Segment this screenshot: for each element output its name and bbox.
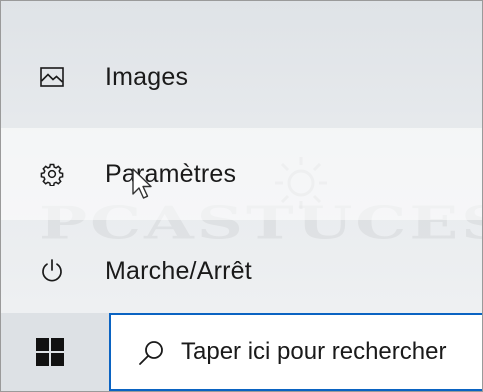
search-input[interactable] <box>181 331 482 373</box>
start-menu: PCASTUCES Images Paramètres Marche/Arrêt <box>1 1 482 313</box>
menu-item-power[interactable]: Marche/Arrêt <box>1 225 482 317</box>
windows-logo-icon[interactable] <box>35 337 65 367</box>
picture-icon <box>37 62 67 92</box>
menu-item-label: Paramètres <box>105 159 237 188</box>
search-icon <box>139 341 163 365</box>
menu-item-label: Marche/Arrêt <box>105 256 252 285</box>
menu-item-label: Images <box>105 62 189 91</box>
menu-item-settings[interactable]: Paramètres <box>1 128 482 220</box>
screenshot-frame: PCASTUCES Images Paramètres Marche/Arrêt… <box>0 0 483 392</box>
taskbar-search-box[interactable] <box>109 313 482 391</box>
power-icon <box>37 256 67 286</box>
menu-item-images[interactable]: Images <box>1 31 482 123</box>
taskbar <box>1 313 482 391</box>
gear-icon <box>37 159 67 189</box>
